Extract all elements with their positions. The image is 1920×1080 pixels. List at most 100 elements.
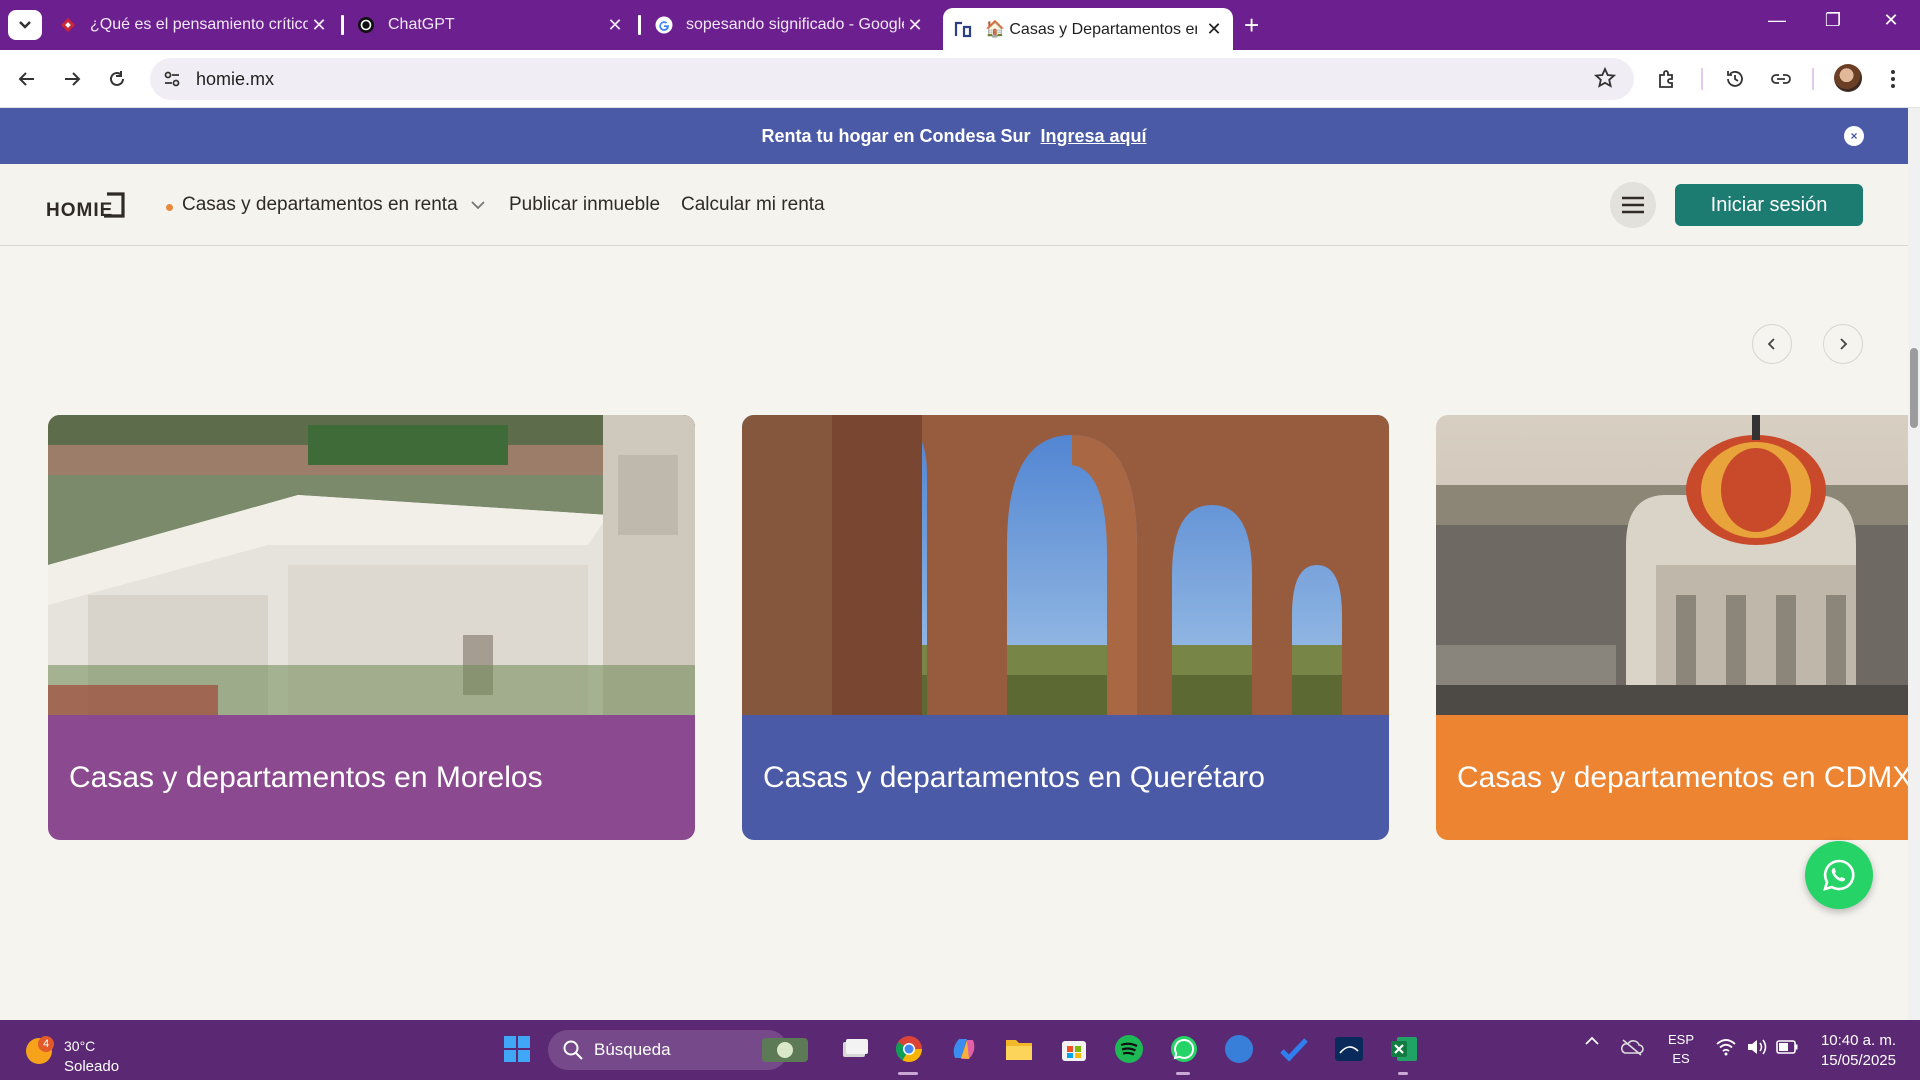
chrome-taskbar-app[interactable] bbox=[892, 1032, 926, 1066]
queretaro-photo bbox=[742, 415, 1389, 715]
tray-overflow-button[interactable] bbox=[1584, 1034, 1600, 1049]
excel-running-indicator bbox=[1398, 1072, 1408, 1075]
tab-search-button[interactable] bbox=[8, 10, 42, 40]
forward-button[interactable] bbox=[57, 64, 87, 94]
cdmx-photo bbox=[1436, 415, 1908, 715]
carousel-next-button[interactable] bbox=[1823, 324, 1863, 364]
window-close-button[interactable]: ✕ bbox=[1876, 10, 1906, 31]
red-diamond-icon bbox=[58, 15, 78, 35]
clock-date: 15/05/2025 bbox=[1820, 1052, 1896, 1069]
address-bar[interactable]: homie.mx bbox=[150, 58, 1634, 100]
taskview-button[interactable] bbox=[837, 1032, 871, 1066]
browser-toolbar: homie.mx bbox=[0, 50, 1920, 108]
whatsapp-taskbar-app[interactable] bbox=[1167, 1032, 1201, 1066]
close-icon[interactable]: ✕ bbox=[904, 14, 926, 36]
carousel-prev-button[interactable] bbox=[1752, 324, 1792, 364]
taskbar-search-placeholder: Búsqueda bbox=[594, 1040, 671, 1059]
homie-icon bbox=[953, 19, 973, 39]
whatsapp-chat-button[interactable] bbox=[1805, 841, 1873, 909]
excel-taskbar-app[interactable] bbox=[1387, 1032, 1421, 1066]
canva-icon bbox=[1225, 1035, 1253, 1063]
chevron-down-icon bbox=[471, 201, 485, 210]
tab-separator bbox=[638, 15, 641, 35]
tab-separator bbox=[341, 15, 344, 35]
wifi-tray-icon[interactable] bbox=[1716, 1038, 1736, 1059]
nav-rentals-dropdown[interactable]: Casas y departamentos en renta bbox=[182, 194, 485, 216]
taskbar-search[interactable]: Búsqueda bbox=[548, 1030, 808, 1070]
tab-chatgpt[interactable]: ChatGPT ✕ bbox=[356, 6, 626, 44]
battery-icon bbox=[1776, 1040, 1798, 1054]
browser-menu-button[interactable] bbox=[1878, 64, 1908, 94]
promo-text: Renta tu hogar en Condesa Sur bbox=[761, 125, 1031, 146]
copilot-taskbar-app[interactable] bbox=[947, 1032, 981, 1066]
canva-taskbar-app[interactable] bbox=[1222, 1032, 1256, 1066]
close-icon[interactable]: ✕ bbox=[1203, 18, 1225, 40]
battery-tray-icon[interactable] bbox=[1776, 1040, 1798, 1057]
clock-time: 10:40 a. m. bbox=[1820, 1032, 1896, 1049]
bookmark-star-icon[interactable] bbox=[1593, 66, 1617, 94]
logo-mark-icon bbox=[104, 192, 125, 218]
volume-tray-icon[interactable] bbox=[1746, 1038, 1768, 1059]
chevron-up-icon bbox=[1585, 1036, 1599, 1045]
speaker-icon bbox=[1748, 1039, 1767, 1055]
whatsapp-icon bbox=[1823, 859, 1855, 891]
language-indicator[interactable]: ESP ES bbox=[1667, 1030, 1695, 1068]
city-card-cdmx[interactable]: Casas y departamentos en CDMX bbox=[1436, 415, 1908, 840]
menu-button[interactable] bbox=[1610, 182, 1656, 228]
promo-banner: Renta tu hogar en Condesa Sur Ingresa aq… bbox=[0, 108, 1908, 164]
minimize-button[interactable]: — bbox=[1762, 10, 1792, 31]
weather-badge: 4 bbox=[38, 1036, 54, 1052]
close-icon[interactable]: ✕ bbox=[604, 14, 626, 36]
extensions-button[interactable] bbox=[1652, 64, 1682, 94]
tab-google[interactable]: sopesando significado - Google ✕ bbox=[654, 6, 926, 44]
language-top: ESP bbox=[1667, 1032, 1694, 1047]
tab-pensamiento[interactable]: ¿Qué es el pensamiento crítico ✕ bbox=[58, 6, 330, 44]
onedrive-tray-icon[interactable] bbox=[1620, 1038, 1644, 1059]
login-button[interactable]: Iniciar sesión bbox=[1675, 184, 1863, 226]
whatsapp-icon bbox=[1171, 1036, 1197, 1062]
url-text[interactable]: homie.mx bbox=[196, 69, 274, 90]
taskbar-clock[interactable]: 10:40 a. m. 15/05/2025 bbox=[1810, 1031, 1896, 1071]
reload-button[interactable] bbox=[102, 64, 132, 94]
promo-link[interactable]: Ingresa aquí bbox=[1041, 126, 1147, 147]
back-button[interactable] bbox=[12, 64, 42, 94]
close-icon[interactable]: ✕ bbox=[308, 14, 330, 36]
todo-taskbar-app[interactable] bbox=[1277, 1032, 1311, 1066]
tab-title: ¿Qué es el pensamiento crítico bbox=[90, 16, 308, 33]
disney-taskbar-app[interactable] bbox=[1332, 1032, 1366, 1066]
start-button[interactable] bbox=[500, 1032, 534, 1066]
reload-icon bbox=[110, 71, 124, 86]
share-link-button[interactable] bbox=[1766, 64, 1796, 94]
nav-publish-link[interactable]: Publicar inmueble bbox=[509, 194, 660, 216]
chevron-left-icon bbox=[1767, 338, 1775, 350]
arrow-right-icon bbox=[65, 72, 81, 86]
store-taskbar-app[interactable] bbox=[1057, 1032, 1091, 1066]
folder-icon bbox=[1006, 1040, 1032, 1060]
taskview-icon bbox=[843, 1039, 868, 1057]
nav-calculate-link[interactable]: Calcular mi renta bbox=[681, 194, 825, 216]
more-vertical-icon bbox=[1891, 70, 1895, 88]
tab-homie-active[interactable]: 🏠 Casas y Departamentos en Renta ✕ bbox=[943, 8, 1233, 50]
wifi-icon bbox=[1716, 1039, 1736, 1056]
history-icon bbox=[1727, 71, 1743, 87]
file-explorer-taskbar-app[interactable] bbox=[1002, 1032, 1036, 1066]
web-page: Renta tu hogar en Condesa Sur Ingresa aq… bbox=[0, 108, 1908, 1020]
windows-taskbar: 4 30°C Soleado Búsqueda ESP ES 10:40 a. … bbox=[0, 1020, 1920, 1080]
restore-button[interactable]: ❐ bbox=[1818, 10, 1848, 31]
link-icon bbox=[1771, 74, 1791, 84]
history-button[interactable] bbox=[1720, 64, 1750, 94]
new-tab-button[interactable]: + bbox=[1244, 12, 1259, 38]
nav-active-dot bbox=[166, 204, 173, 211]
profile-avatar[interactable] bbox=[1834, 64, 1862, 92]
city-card-morelos[interactable]: Casas y departamentos en Morelos bbox=[48, 415, 695, 840]
page-scrollbar[interactable] bbox=[1908, 108, 1920, 1020]
city-card-queretaro[interactable]: Casas y departamentos en Querétaro bbox=[742, 415, 1389, 840]
whatsapp-running-indicator bbox=[1176, 1072, 1190, 1075]
weather-condition: Soleado bbox=[64, 1058, 120, 1075]
language-bottom: ES bbox=[1672, 1051, 1690, 1066]
site-settings-icon[interactable] bbox=[162, 69, 182, 94]
page-scrollbar-thumb[interactable] bbox=[1910, 348, 1918, 428]
morelos-photo bbox=[48, 415, 695, 715]
promo-close-button[interactable]: × bbox=[1844, 126, 1864, 146]
spotify-taskbar-app[interactable] bbox=[1112, 1032, 1146, 1066]
